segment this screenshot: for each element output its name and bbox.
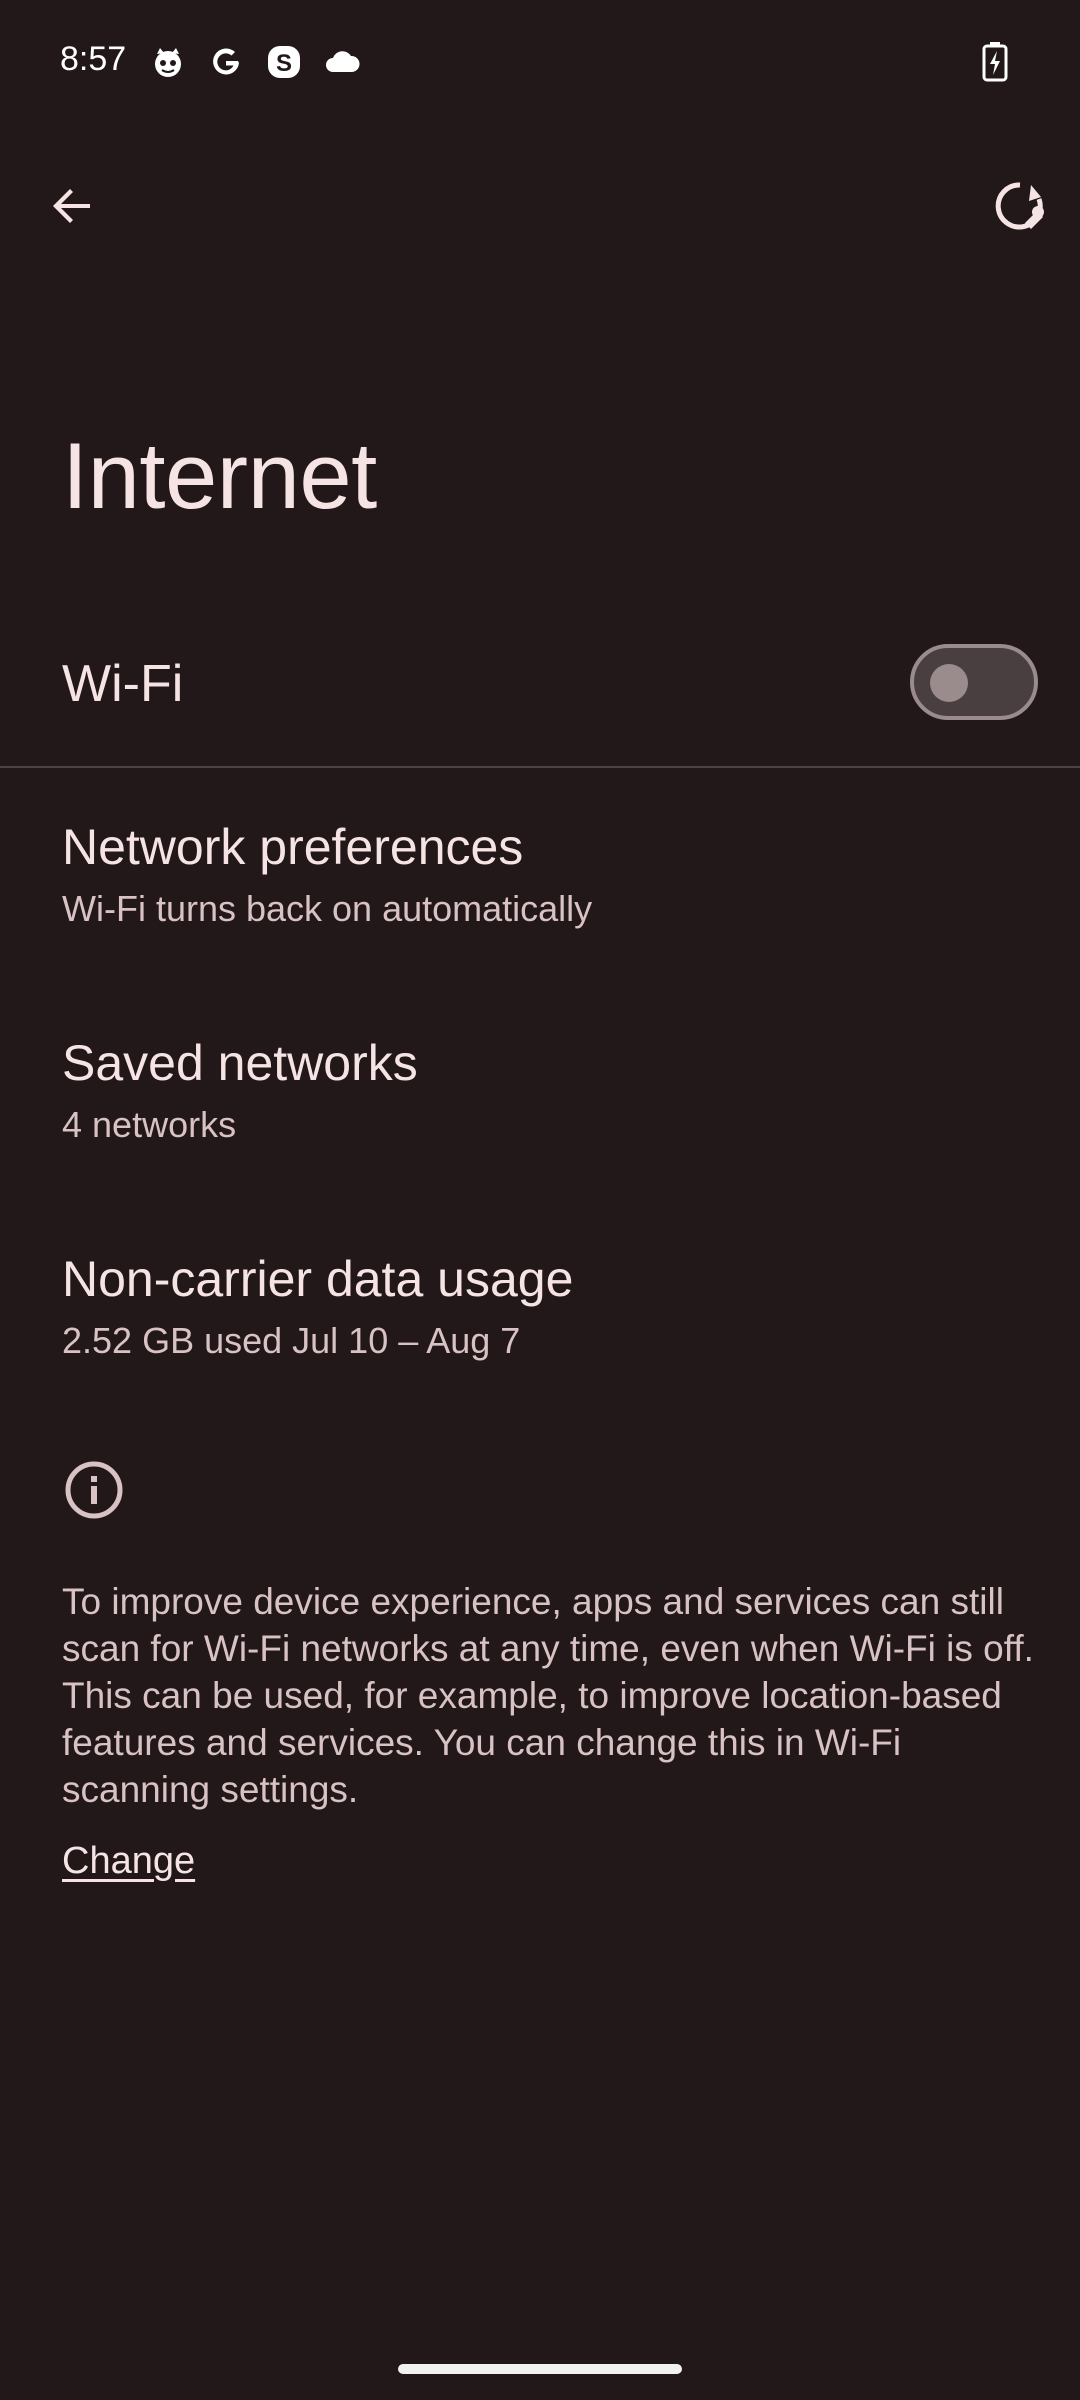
list-item-subtitle: 2.52 GB used Jul 10 – Aug 7 — [62, 1320, 521, 1361]
list-item-subtitle: 4 networks — [62, 1104, 237, 1145]
wifi-toggle-row[interactable]: Wi-Fi — [0, 610, 1080, 760]
cat-face-icon — [155, 48, 181, 77]
list-item-title: Saved networks — [62, 1035, 418, 1091]
help-button[interactable] — [982, 170, 1058, 246]
page-title: Internet — [62, 423, 377, 528]
skype-icon: S — [268, 46, 300, 78]
svg-text:S: S — [276, 50, 292, 77]
divider — [0, 766, 1080, 768]
list-item-network-preferences[interactable]: Network preferences Wi-Fi turns back on … — [0, 818, 1080, 1018]
help-refresh-icon — [995, 182, 1044, 230]
status-time: 8:57 — [60, 40, 127, 78]
google-icon — [213, 48, 239, 75]
wifi-label: Wi-Fi — [62, 655, 184, 713]
app-bar — [0, 150, 1080, 260]
toggle-thumb — [930, 664, 968, 702]
gesture-nav-handle[interactable] — [398, 2364, 682, 2374]
info-icon — [65, 1461, 123, 1519]
list-item-saved-networks[interactable]: Saved networks 4 networks — [0, 1034, 1080, 1234]
list-item-non-carrier-data-usage[interactable]: Non-carrier data usage 2.52 GB used Jul … — [0, 1250, 1080, 1450]
list-item-subtitle: Wi-Fi turns back on automatically — [62, 888, 593, 929]
cloud-icon — [326, 51, 360, 72]
status-bar: 8:57 S — [0, 0, 1080, 130]
wifi-scanning-info-text: To improve device experience, apps and s… — [62, 1581, 1034, 1810]
list-item-title: Network preferences — [62, 819, 524, 875]
back-button[interactable] — [36, 170, 108, 242]
arrow-back-icon — [53, 189, 90, 223]
wifi-toggle[interactable] — [910, 644, 1038, 720]
change-link[interactable]: Change — [62, 1840, 195, 1883]
list-item-title: Non-carrier data usage — [62, 1251, 574, 1307]
battery-charging-icon — [982, 42, 1008, 82]
